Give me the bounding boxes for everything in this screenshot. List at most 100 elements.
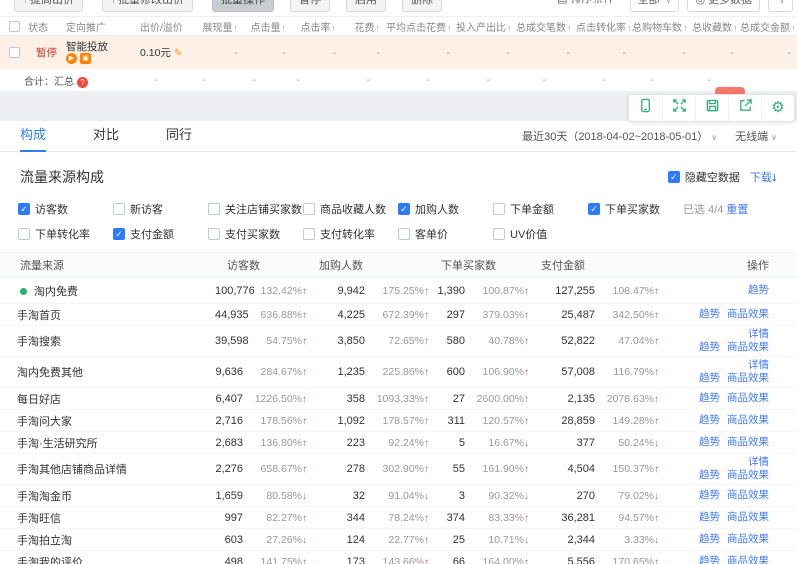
- checkbox-icon[interactable]: [493, 203, 505, 215]
- product-effect-link[interactable]: 商品效果: [727, 308, 769, 320]
- checkbox-checked-icon[interactable]: ✓: [588, 203, 600, 215]
- product-effect-link[interactable]: 商品效果: [727, 392, 769, 404]
- checkbox-icon[interactable]: [208, 203, 220, 215]
- trend-link[interactable]: 趋势: [699, 469, 720, 481]
- campaign-col-header[interactable]: 投入产出比↑: [456, 19, 516, 34]
- row-checkbox[interactable]: [9, 47, 20, 58]
- checkbox-icon[interactable]: [208, 228, 220, 240]
- campaign-col-header[interactable]: 总成交笔数↑: [516, 19, 576, 34]
- campaign-col-header[interactable]: 点击量↑: [244, 19, 292, 34]
- detail-link[interactable]: 详情: [748, 456, 769, 468]
- trend-link[interactable]: 趋势: [699, 436, 720, 448]
- sort-arrow-icon[interactable]: ↑: [791, 23, 796, 33]
- toolbar-button-0[interactable]: ↑提高出价: [14, 0, 83, 12]
- detail-link[interactable]: 详情: [748, 328, 769, 340]
- checkbox-icon[interactable]: [303, 203, 315, 215]
- product-effect-link[interactable]: 商品效果: [727, 341, 769, 353]
- sort-arrow-icon[interactable]: ↑: [447, 23, 452, 33]
- trend-link[interactable]: 趋势: [699, 414, 720, 426]
- filter-checkbox-客单价[interactable]: 客单价: [398, 226, 493, 242]
- image-icon[interactable]: ▣: [80, 53, 91, 64]
- sort-arrow-icon[interactable]: ↑: [507, 23, 512, 33]
- toolbar-fullscreen-button[interactable]: [662, 95, 695, 121]
- toolbar-button-1[interactable]: ↑批量修改出价: [102, 0, 193, 12]
- filter-checkbox-访客数[interactable]: ✓访客数: [18, 201, 113, 217]
- filter-checkbox-支付转化率[interactable]: 支付转化率: [303, 226, 398, 242]
- select-all-checkbox[interactable]: [9, 21, 20, 32]
- trend-link[interactable]: 趋势: [748, 284, 769, 296]
- trend-link[interactable]: 趋势: [699, 392, 720, 404]
- campaign-col-header[interactable]: 总购物车数↑: [632, 19, 692, 34]
- trend-link[interactable]: 趋势: [699, 341, 720, 353]
- filter-checkbox-加购人数[interactable]: ✓加购人数: [398, 201, 493, 217]
- checkbox-icon[interactable]: [113, 203, 125, 215]
- download-link[interactable]: 下载⭣: [750, 169, 777, 185]
- filter-checkbox-下单金额[interactable]: 下单金额: [493, 201, 588, 217]
- checkbox-checked-icon[interactable]: ✓: [398, 203, 410, 215]
- checkbox-checked-icon[interactable]: ✓: [113, 228, 125, 240]
- campaign-col-header[interactable]: 总成交金额↑: [740, 19, 797, 34]
- toolbar-button-5[interactable]: 删除: [402, 0, 442, 12]
- checkbox-checked-icon[interactable]: ✓: [668, 171, 680, 183]
- filter-checkbox-新访客[interactable]: 新访客: [113, 201, 208, 217]
- trend-link[interactable]: 趋势: [699, 308, 720, 320]
- sort-condition-control[interactable]: ▤ 排序条件: [550, 0, 621, 12]
- toolbar-save-button[interactable]: [695, 95, 728, 121]
- product-effect-link[interactable]: 商品效果: [727, 372, 769, 384]
- campaign-col-header[interactable]: 点击转化率↑: [576, 19, 632, 34]
- filter-checkbox-商品收藏人数[interactable]: 商品收藏人数: [303, 201, 398, 217]
- filter-checkbox-支付买家数[interactable]: 支付买家数: [208, 226, 303, 242]
- campaign-name[interactable]: 智能投放: [66, 41, 134, 53]
- date-range-selector[interactable]: 最近30天（2018-04-02~2018-05-01）∨: [522, 128, 717, 144]
- checkbox-icon[interactable]: [398, 228, 410, 240]
- product-effect-link[interactable]: 商品效果: [727, 533, 769, 545]
- sort-arrow-icon[interactable]: ↑: [282, 23, 287, 33]
- toolbar-button-3[interactable]: 暂停: [290, 0, 330, 12]
- filter-checkbox-下单买家数[interactable]: ✓下单买家数: [588, 201, 683, 217]
- campaign-col-header[interactable]: 花费↑: [342, 19, 386, 34]
- checkbox-icon[interactable]: [493, 228, 505, 240]
- trend-link[interactable]: 趋势: [699, 511, 720, 523]
- trend-link[interactable]: 趋势: [699, 555, 720, 564]
- sort-arrow-icon[interactable]: ↑: [733, 23, 738, 33]
- toolbar-button-2[interactable]: 批量操作: [212, 0, 274, 12]
- tab-compare[interactable]: 对比: [93, 121, 119, 152]
- more-data-button[interactable]: ◎ 更多数据: [687, 0, 760, 12]
- edit-pencil-icon[interactable]: ✎: [174, 48, 182, 59]
- sort-arrow-icon[interactable]: ↑: [332, 23, 337, 33]
- filter-checkbox-下单转化率[interactable]: 下单转化率: [18, 226, 113, 242]
- product-effect-link[interactable]: 商品效果: [727, 436, 769, 448]
- tab-composition[interactable]: 构成: [20, 121, 46, 152]
- toolbar-button-4[interactable]: 启用: [346, 0, 386, 12]
- sort-arrow-icon[interactable]: ↑: [567, 23, 572, 33]
- checkbox-icon[interactable]: [303, 228, 315, 240]
- campaign-col-header[interactable]: 点击率↑: [292, 19, 342, 34]
- toolbar-mobile-button[interactable]: [629, 95, 662, 121]
- product-effect-link[interactable]: 商品效果: [727, 414, 769, 426]
- reset-link[interactable]: 重置: [726, 204, 748, 216]
- filter-checkbox-UV价值[interactable]: UV价值: [493, 226, 588, 242]
- campaign-row[interactable]: 暂停 智能投放 ▶▣ 0.10元✎ -----------: [0, 36, 797, 69]
- collapse-button[interactable]: ∨: [768, 0, 793, 12]
- product-effect-link[interactable]: 商品效果: [727, 489, 769, 501]
- filter-checkbox-支付金额[interactable]: ✓支付金额: [113, 226, 208, 242]
- checkbox-icon[interactable]: [18, 228, 30, 240]
- help-icon[interactable]: ?: [77, 77, 88, 88]
- trend-link[interactable]: 趋势: [699, 489, 720, 501]
- sort-arrow-icon[interactable]: ↑: [683, 23, 688, 33]
- checkbox-checked-icon[interactable]: ✓: [18, 203, 30, 215]
- trend-link[interactable]: 趋势: [699, 533, 720, 545]
- sort-arrow-icon[interactable]: ↑: [627, 23, 632, 33]
- detail-link[interactable]: 详情: [748, 359, 769, 371]
- product-effect-link[interactable]: 商品效果: [727, 469, 769, 481]
- sort-arrow-icon[interactable]: ↑: [376, 23, 381, 33]
- filter-checkbox-关注店铺买家数[interactable]: 关注店铺买家数: [208, 201, 303, 217]
- toolbar-share-button[interactable]: [728, 95, 761, 121]
- toolbar-settings-button[interactable]: ⚙: [761, 95, 794, 121]
- campaign-col-header[interactable]: 展现量↑: [198, 19, 244, 34]
- sort-arrow-icon[interactable]: ↑: [234, 23, 239, 33]
- product-effect-link[interactable]: 商品效果: [727, 555, 769, 564]
- hide-empty-toggle[interactable]: ✓隐藏空数据: [668, 169, 740, 185]
- play-icon[interactable]: ▶: [66, 53, 77, 64]
- campaign-col-header[interactable]: 总收藏数↑: [692, 19, 740, 34]
